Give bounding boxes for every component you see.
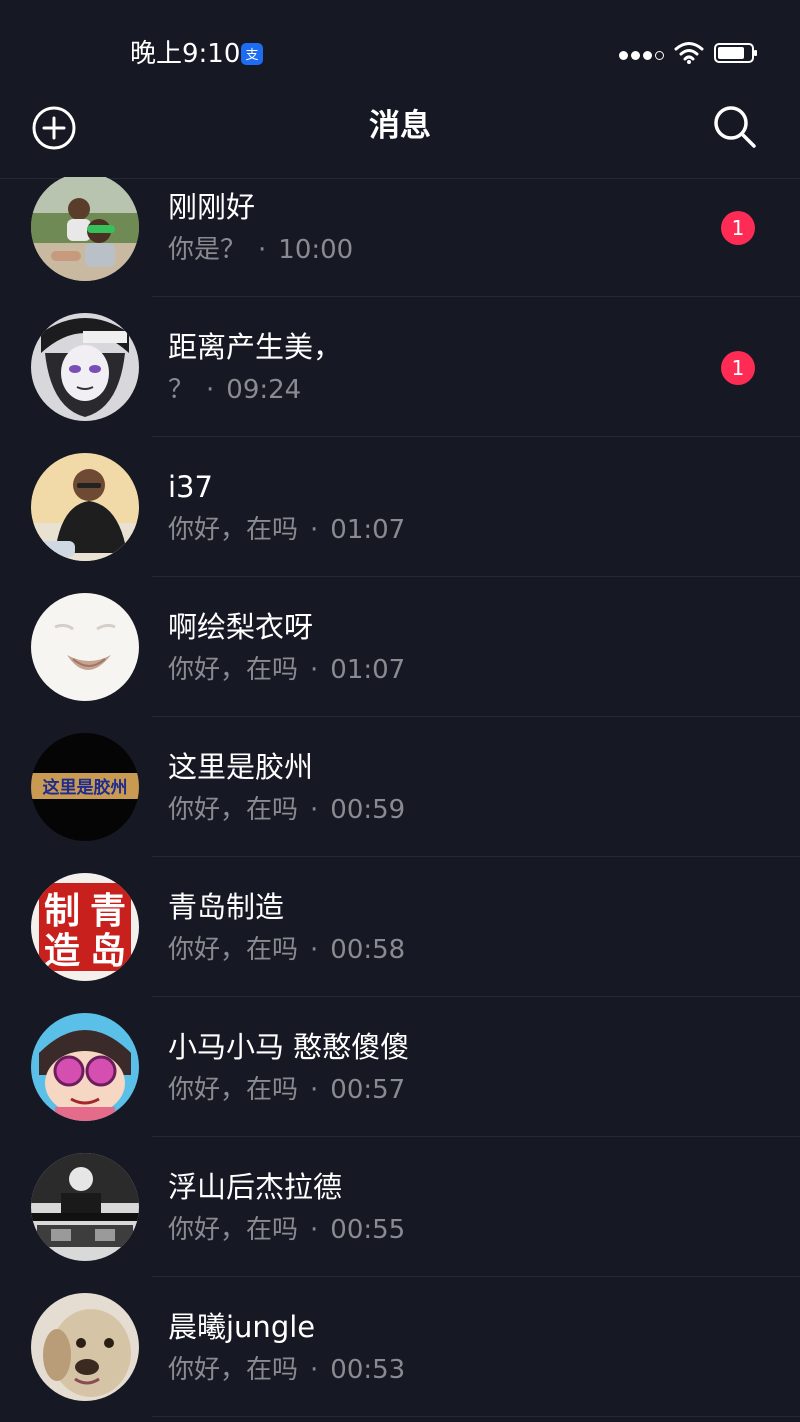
- conversation-preview: 你好，在吗 · 01:07: [168, 512, 405, 548]
- message-time: 01:07: [330, 515, 406, 545]
- conversation-item[interactable]: 距离产生美， ？ · 09:24 1: [0, 297, 800, 437]
- message-time: 00:57: [330, 1075, 406, 1105]
- separator-dot: ·: [310, 655, 319, 685]
- avatar[interactable]: 制 青 造 岛: [31, 873, 139, 981]
- conversation-name: 刚刚好: [168, 190, 256, 224]
- last-message: 你好，在吗: [168, 795, 299, 825]
- conversation-preview: 你好，在吗 · 01:07: [168, 652, 405, 688]
- avatar-char: 造: [44, 931, 80, 972]
- last-message: 你好，在吗: [168, 1215, 299, 1245]
- last-message: 你好，在吗: [168, 935, 299, 965]
- avatar[interactable]: [31, 313, 139, 421]
- message-time: 00:59: [330, 795, 406, 825]
- conversation-item[interactable]: 小马小马 憨憨傻傻 你好，在吗 · 00:57: [0, 997, 800, 1137]
- status-indicators: [619, 40, 758, 70]
- last-message: 你好，在吗: [168, 655, 299, 685]
- conversation-preview: 你好，在吗 · 00:59: [168, 792, 405, 828]
- avatar-char: 岛: [90, 931, 126, 972]
- status-time: 晚上9:10: [130, 39, 241, 69]
- separator-dot: ·: [206, 375, 215, 405]
- separator-dot: ·: [310, 1075, 319, 1105]
- battery-icon: [714, 42, 758, 68]
- message-time: 00:58: [330, 935, 406, 965]
- conversation-item[interactable]: 浮山后杰拉德 你好，在吗 · 00:55: [0, 1137, 800, 1277]
- avatar[interactable]: [31, 453, 139, 561]
- last-message: 你好，在吗: [168, 1355, 299, 1385]
- conversation-name: 晨曦jungle: [168, 1310, 316, 1344]
- avatar-text: 这里是胶州: [43, 777, 128, 798]
- conversation-preview: 你好，在吗 · 00:57: [168, 1072, 405, 1108]
- avatar[interactable]: [31, 177, 139, 281]
- avatar-char: 制: [44, 891, 80, 932]
- message-time: 10:00: [278, 235, 354, 265]
- conversation-item[interactable]: 啊绘梨衣呀 你好，在吗 · 01:07: [0, 577, 800, 717]
- conversation-name: 浮山后杰拉德: [168, 1170, 343, 1204]
- separator-dot: ·: [258, 235, 267, 265]
- status-bar: 晚上9:10 支: [0, 0, 800, 92]
- separator-dot: ·: [310, 515, 319, 545]
- conversation-name: 啊绘梨衣呀: [168, 610, 314, 644]
- separator-dot: ·: [310, 795, 319, 825]
- conversation-preview: 你是？ · 10:00: [168, 232, 353, 268]
- separator-dot: ·: [310, 935, 319, 965]
- message-time: 01:07: [330, 655, 406, 685]
- conversation-name: 青岛制造: [168, 890, 285, 924]
- separator-dot: ·: [310, 1215, 319, 1245]
- conversation-preview: 你好，在吗 · 00:55: [168, 1212, 405, 1248]
- conversation-preview: ？ · 09:24: [168, 372, 301, 408]
- avatar[interactable]: [31, 1153, 139, 1261]
- unread-badge: 1: [721, 351, 755, 385]
- alipay-icon: 支: [241, 43, 263, 65]
- conversation-item[interactable]: 制 青 造 岛 青岛制造 你好，在吗 · 00:58: [0, 857, 800, 997]
- avatar[interactable]: [31, 1293, 139, 1401]
- conversation-name: i37: [168, 470, 213, 504]
- svg-text:支: 支: [245, 48, 258, 63]
- header-bar: 消息: [0, 92, 800, 179]
- divider: [152, 1416, 800, 1417]
- avatar[interactable]: 这里是胶州: [31, 733, 139, 841]
- signal-dots-icon: [619, 50, 664, 60]
- last-message: 你是？: [168, 235, 247, 265]
- conversation-name: 这里是胶州: [168, 750, 314, 784]
- conversation-name: 距离产生美，: [168, 330, 343, 364]
- last-message: 你好，在吗: [168, 515, 299, 545]
- conversation-item[interactable]: 晨曦jungle 你好，在吗 · 00:53: [0, 1277, 800, 1417]
- conversation-item[interactable]: i37 你好，在吗 · 01:07: [0, 437, 800, 577]
- page-title: 消息: [369, 108, 431, 144]
- conversation-item[interactable]: 这里是胶州 这里是胶州 你好，在吗 · 00:59: [0, 717, 800, 857]
- last-message: 你好，在吗: [168, 1075, 299, 1105]
- search-icon[interactable]: [712, 104, 758, 150]
- separator-dot: ·: [310, 1355, 319, 1385]
- conversation-item[interactable]: 刚刚好 你是？ · 10:00 1: [0, 177, 800, 297]
- conversation-name: 小马小马 憨憨傻傻: [168, 1030, 410, 1064]
- conversation-preview: 你好，在吗 · 00:53: [168, 1352, 405, 1388]
- conversation-preview: 你好，在吗 · 00:58: [168, 932, 405, 968]
- avatar[interactable]: [31, 593, 139, 701]
- avatar[interactable]: [31, 1013, 139, 1121]
- message-time: 00:53: [330, 1355, 406, 1385]
- last-message: ？: [168, 375, 195, 405]
- unread-badge: 1: [721, 211, 755, 245]
- message-time: 00:55: [330, 1215, 406, 1245]
- wifi-icon: [674, 41, 704, 69]
- conversation-list: 刚刚好 你是？ · 10:00 1 距离产生美， ？ · 09:24 1 i37…: [0, 177, 800, 1422]
- avatar-char: 青: [90, 891, 126, 932]
- message-time: 09:24: [226, 375, 302, 405]
